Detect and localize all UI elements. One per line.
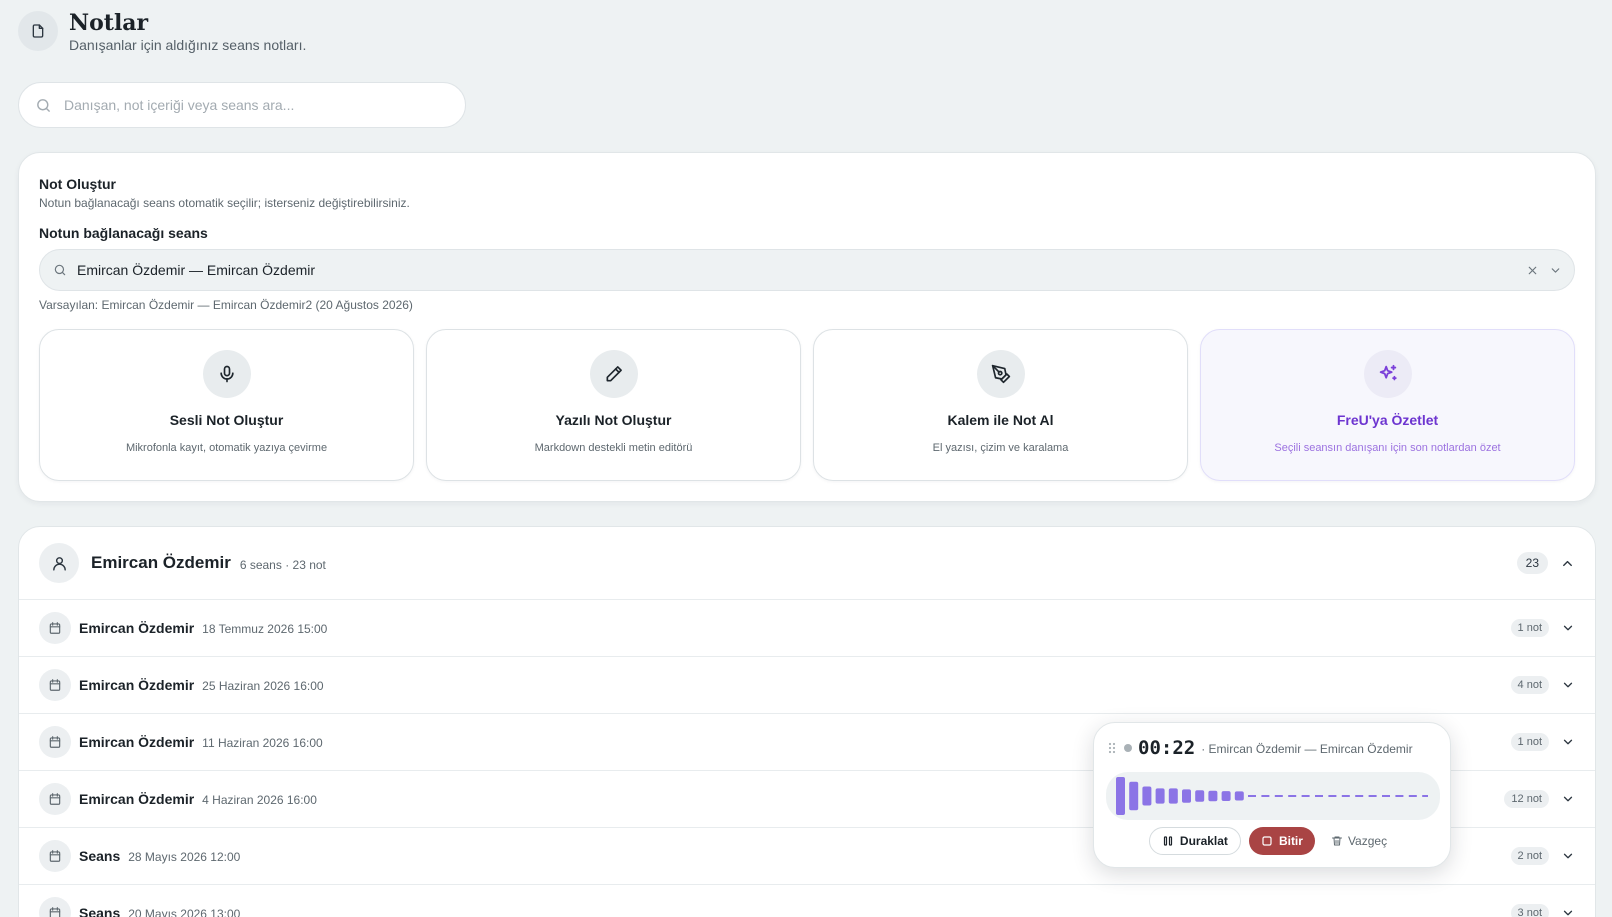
action-title: Sesli Not Oluştur — [169, 412, 284, 428]
session-date: 25 Haziran 2026 16:00 — [202, 679, 324, 693]
calendar-icon — [39, 612, 71, 644]
recording-indicator — [1124, 744, 1132, 752]
trash-icon — [1331, 835, 1343, 847]
search-box[interactable] — [18, 82, 466, 128]
calendar-icon — [39, 840, 71, 872]
session-date: 20 Mayıs 2026 13:00 — [128, 907, 241, 917]
chevron-down-icon[interactable] — [1561, 792, 1575, 806]
waveform-bar — [1155, 788, 1165, 804]
session-name: Emircan Özdemir — [79, 620, 195, 636]
search-icon — [35, 97, 52, 114]
waveform-bar — [1142, 786, 1152, 806]
recording-timer: 00:22 — [1138, 737, 1196, 759]
chevron-down-icon[interactable] — [1549, 264, 1562, 277]
ai-summary-button[interactable]: FreU'ya Özetlet Seçili seansın danışanı … — [1200, 329, 1575, 481]
audio-waveform — [1106, 772, 1440, 820]
session-note-count: 1 not — [1510, 733, 1549, 751]
session-date: 28 Mayıs 2026 12:00 — [128, 850, 241, 864]
action-description: Seçili seansın danışanı için son notlard… — [1274, 442, 1501, 454]
client-header[interactable]: Emircan Özdemir 6 seans · 23 not 23 — [19, 527, 1595, 600]
session-date: 11 Haziran 2026 16:00 — [202, 736, 323, 750]
action-description: El yazısı, çizim ve karalama — [932, 442, 1069, 454]
chevron-down-icon[interactable] — [1561, 621, 1575, 635]
search-icon — [53, 263, 67, 277]
session-name: Seans — [79, 905, 121, 917]
action-description: Markdown destekli metin editörü — [534, 442, 693, 454]
create-note-title: Not Oluştur — [39, 176, 116, 192]
session-row[interactable]: Seans 20 Mayıs 2026 13:00 3 not — [19, 885, 1595, 917]
microphone-icon — [202, 350, 251, 398]
session-row[interactable]: Emircan Özdemir 18 Temmuz 2026 15:00 1 n… — [19, 600, 1595, 657]
calendar-icon — [39, 897, 71, 917]
chevron-up-icon[interactable] — [1560, 556, 1575, 571]
pen-note-button[interactable]: Kalem ile Not Al El yazısı, çizim ve kar… — [813, 329, 1188, 481]
session-name: Emircan Özdemir — [79, 734, 195, 750]
session-note-count: 4 not — [1510, 676, 1549, 694]
text-note-button[interactable]: Yazılı Not Oluştur Markdown destekli met… — [426, 329, 801, 481]
create-note-card: Not Oluştur Notun bağlanacağı seans otom… — [18, 152, 1596, 502]
page-subtitle: Danışanlar için aldığınız seans notları. — [69, 37, 307, 53]
create-note-description: Notun bağlanacağı seans otomatik seçilir… — [39, 196, 410, 210]
pencil-icon — [589, 350, 638, 398]
waveform-bar — [1195, 790, 1205, 802]
session-date: 4 Haziran 2026 16:00 — [202, 793, 317, 807]
session-note-count: 3 not — [1510, 904, 1549, 917]
session-name: Emircan Özdemir — [79, 791, 195, 807]
voice-note-button[interactable]: Sesli Not Oluştur Mikrofonla kayıt, otom… — [39, 329, 414, 481]
waveform-bar — [1182, 789, 1191, 803]
action-description: Mikrofonla kayıt, otomatik yazıya çevirm… — [125, 442, 328, 454]
session-name: Emircan Özdemir — [79, 677, 195, 693]
cancel-label: Vazgeç — [1347, 834, 1388, 848]
sparkles-icon — [1363, 350, 1412, 398]
file-icon — [18, 11, 58, 51]
waveform-bar — [1221, 791, 1231, 801]
pause-button[interactable]: Duraklat — [1148, 827, 1241, 855]
note-actions: Sesli Not Oluştur Mikrofonla kayıt, otom… — [39, 329, 1575, 481]
chevron-down-icon[interactable] — [1561, 906, 1575, 917]
chevron-down-icon[interactable] — [1561, 849, 1575, 863]
session-select-value[interactable]: Emircan Özdemir — Emircan Özdemir — [77, 262, 1516, 278]
finish-label: Bitir — [1278, 834, 1303, 848]
session-select[interactable]: Emircan Özdemir — Emircan Özdemir — [39, 249, 1575, 291]
session-note-count: 1 not — [1510, 619, 1549, 637]
page-header: Notlar Danışanlar için aldığınız seans n… — [18, 10, 306, 53]
stop-icon — [1261, 835, 1273, 847]
clear-icon[interactable] — [1526, 264, 1539, 277]
session-date: 18 Temmuz 2026 15:00 — [202, 622, 328, 636]
page-title: Notlar — [69, 10, 149, 36]
waveform-bar — [1116, 777, 1125, 815]
session-name: Seans — [79, 848, 121, 864]
waveform-bar — [1168, 788, 1178, 804]
note-count-badge: 23 — [1516, 552, 1548, 574]
calendar-icon — [39, 669, 71, 701]
pen-tool-icon — [976, 350, 1025, 398]
default-session-text: Varsayılan: Emircan Özdemir — Emircan Öz… — [39, 298, 413, 312]
session-note-count: 2 not — [1510, 847, 1549, 865]
cancel-button[interactable]: Vazgeç — [1323, 827, 1395, 855]
waveform-bar — [1129, 781, 1139, 811]
pause-icon — [1162, 835, 1174, 847]
drag-handle-icon[interactable] — [1108, 742, 1116, 754]
calendar-icon — [39, 726, 71, 758]
action-title: FreU'ya Özetlet — [1336, 412, 1439, 428]
calendar-icon — [39, 783, 71, 815]
user-icon — [39, 543, 79, 583]
waveform-bar — [1234, 791, 1244, 801]
search-input[interactable] — [64, 97, 424, 113]
client-meta: 6 seans · 23 not — [239, 557, 326, 572]
pause-label: Duraklat — [1179, 834, 1228, 848]
client-name: Emircan Özdemir — [91, 553, 231, 572]
recording-session: · Emircan Özdemir — Emircan Özdemir — [1201, 742, 1413, 756]
chevron-down-icon[interactable] — [1561, 678, 1575, 692]
session-row[interactable]: Emircan Özdemir 25 Haziran 2026 16:00 4 … — [19, 657, 1595, 714]
session-note-count: 12 not — [1504, 790, 1549, 808]
voice-recorder-widget: 00:22 · Emircan Özdemir — Emircan Özdemi… — [1093, 722, 1451, 868]
action-title: Yazılı Not Oluştur — [555, 412, 672, 428]
action-title: Kalem ile Not Al — [947, 412, 1054, 428]
session-select-label: Notun bağlanacağı seans — [39, 225, 208, 241]
waveform-bar — [1208, 790, 1218, 802]
chevron-down-icon[interactable] — [1561, 735, 1575, 749]
finish-button[interactable]: Bitir — [1248, 827, 1315, 855]
